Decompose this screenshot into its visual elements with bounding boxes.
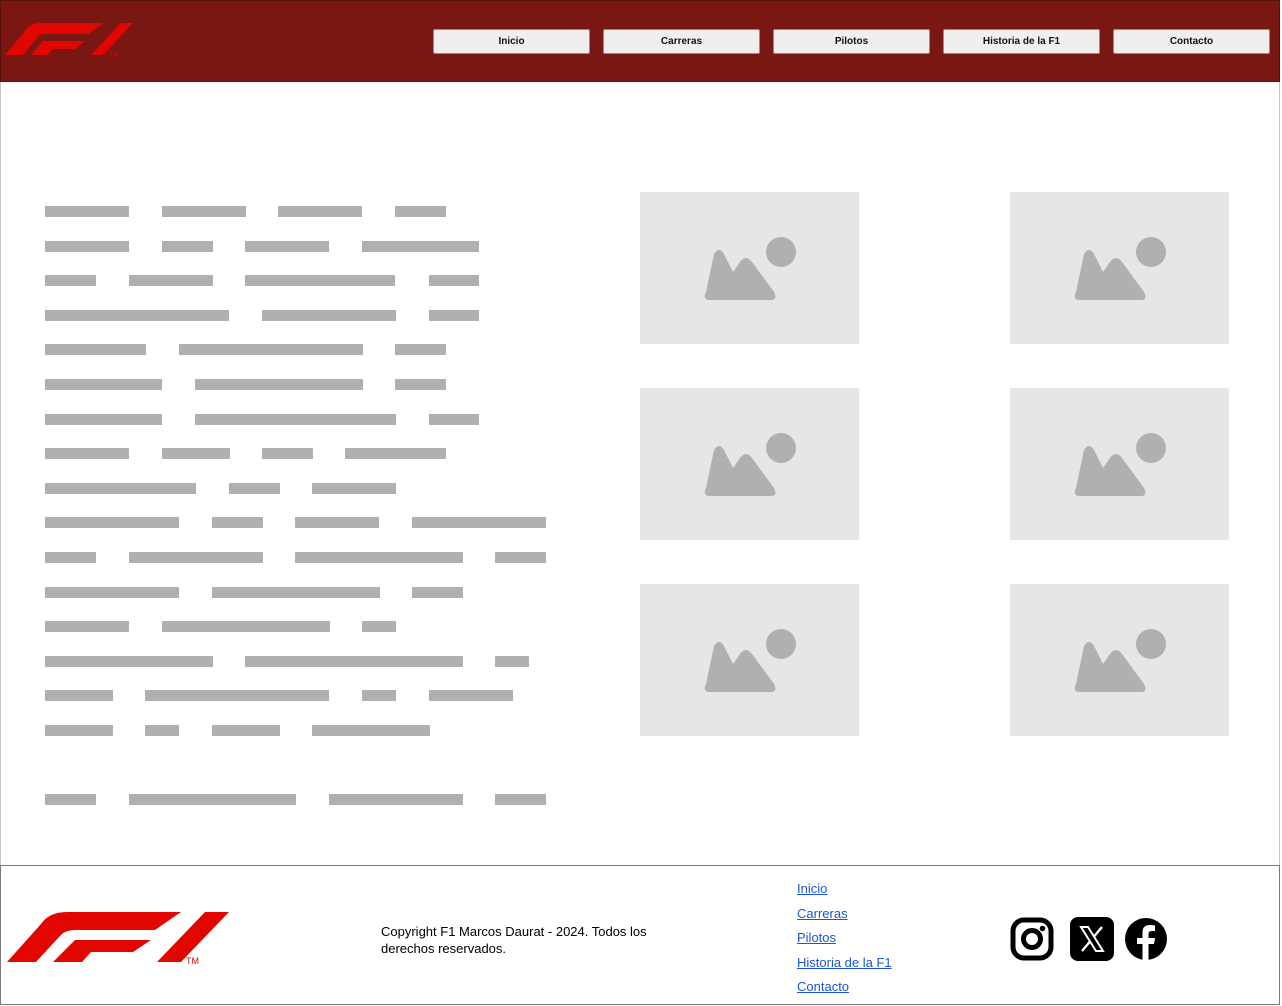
svg-text:TM: TM	[186, 956, 199, 966]
text-placeholder-line	[45, 448, 565, 483]
image-placeholder-icon	[704, 433, 796, 496]
text-placeholder-line	[45, 206, 565, 241]
nav-carreras-button[interactable]: Carreras	[603, 29, 760, 54]
footer-link-pilotos[interactable]: Pilotos	[797, 926, 892, 951]
footer-link-historia[interactable]: Historia de la F1	[797, 951, 892, 976]
image-placeholder	[640, 388, 859, 540]
footer-link-carreras[interactable]: Carreras	[797, 902, 892, 927]
nav-contacto-button[interactable]: Contacto	[1113, 29, 1270, 54]
image-placeholder	[640, 192, 859, 344]
footer-nav: Inicio Carreras Pilotos Historia de la F…	[797, 877, 892, 1000]
nav-inicio-button[interactable]: Inicio	[433, 29, 590, 54]
image-placeholder-icon	[1074, 433, 1166, 496]
text-placeholder-line	[45, 413, 565, 449]
text-placeholder-line	[45, 482, 565, 518]
nav-pilotos-button[interactable]: Pilotos	[773, 29, 930, 54]
text-placeholder-line	[45, 378, 565, 414]
text-placeholder-line	[45, 275, 565, 310]
text-placeholder-block	[45, 206, 565, 828]
f1-logo-icon[interactable]: TM	[3, 19, 133, 59]
image-placeholder-icon	[1074, 237, 1166, 300]
text-placeholder-line	[45, 724, 565, 760]
image-placeholder-icon	[704, 629, 796, 692]
image-placeholder	[640, 584, 859, 736]
text-placeholder-line	[45, 551, 565, 587]
f1-logo-icon[interactable]: TM	[5, 906, 231, 968]
image-placeholder	[1010, 192, 1229, 344]
instagram-icon[interactable]	[1010, 917, 1054, 961]
copyright-text: Copyright F1 Marcos Daurat - 2024. Todos…	[381, 924, 647, 956]
text-placeholder-line	[45, 586, 565, 622]
site-footer: TM Copyright F1 Marcos Daurat - 2024. To…	[0, 865, 1280, 1005]
image-placeholder-icon	[704, 237, 796, 300]
x-icon[interactable]	[1070, 917, 1114, 961]
image-placeholder-icon	[1074, 629, 1166, 692]
text-placeholder-line	[45, 344, 565, 379]
text-placeholder-line	[45, 690, 565, 725]
text-placeholder-line	[45, 655, 565, 691]
text-placeholder-line	[45, 240, 565, 276]
site-header: TM Inicio Carreras Pilotos Historia de l…	[0, 0, 1280, 82]
main-content	[0, 82, 1280, 865]
svg-text:TM: TM	[110, 53, 119, 59]
image-placeholder	[1010, 388, 1229, 540]
image-placeholder	[1010, 584, 1229, 736]
text-placeholder-line	[45, 621, 565, 656]
footer-link-inicio[interactable]: Inicio	[797, 877, 892, 902]
footer-link-contacto[interactable]: Contacto	[797, 975, 892, 1000]
text-placeholder-line	[45, 517, 565, 552]
main-nav: Inicio Carreras Pilotos Historia de la F…	[433, 29, 1270, 54]
text-placeholder-line	[45, 309, 565, 345]
text-placeholder-spacer	[45, 760, 565, 794]
text-placeholder-line	[45, 793, 565, 829]
nav-historia-button[interactable]: Historia de la F1	[943, 29, 1100, 54]
facebook-icon[interactable]	[1124, 917, 1168, 961]
